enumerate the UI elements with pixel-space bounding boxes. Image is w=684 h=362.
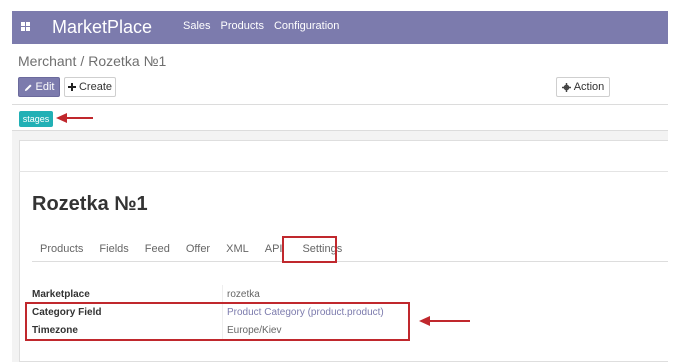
menu-item-sales[interactable]: Sales <box>183 20 211 32</box>
control-panel-divider <box>12 104 668 105</box>
gear-icon <box>561 82 571 92</box>
apps-grid-icon[interactable] <box>21 22 30 31</box>
action-button-label: Action <box>573 81 605 93</box>
breadcrumb-separator: / <box>80 53 85 69</box>
breadcrumb-parent[interactable]: Merchant <box>18 53 76 69</box>
menu-item-products[interactable]: Products <box>221 20 264 32</box>
settings-tab-highlight <box>282 236 337 263</box>
tab-offer[interactable]: Offer <box>178 241 218 257</box>
create-button[interactable]: Create <box>64 77 116 97</box>
tab-xml[interactable]: XML <box>218 241 257 257</box>
annotation-arrow-stages <box>56 113 93 123</box>
field-value-marketplace: rozetka <box>227 289 260 300</box>
tabs-divider <box>32 261 668 262</box>
edit-button[interactable]: Edit <box>18 77 60 97</box>
record-title: Rozetka №1 <box>32 193 148 215</box>
tab-products[interactable]: Products <box>32 241 91 257</box>
pencil-icon <box>24 83 32 91</box>
top-navbar: MarketPlace Sales Products Configuration <box>12 11 668 44</box>
screen: MarketPlace Sales Products Configuration… <box>0 0 684 362</box>
tab-fields[interactable]: Fields <box>91 241 136 257</box>
action-button[interactable]: Action <box>556 77 610 97</box>
plus-icon <box>67 83 76 91</box>
field-label-marketplace: Marketplace <box>32 289 90 300</box>
sheet-header-divider <box>19 171 668 172</box>
tab-feed[interactable]: Feed <box>137 241 178 257</box>
edit-button-label: Edit <box>35 81 55 93</box>
app-brand[interactable]: MarketPlace <box>52 17 152 38</box>
annotation-arrow-fields <box>419 316 470 326</box>
menu-item-configuration[interactable]: Configuration <box>274 20 339 32</box>
create-button-label: Create <box>78 81 113 93</box>
fields-highlight <box>25 302 410 341</box>
breadcrumb: Merchant / Rozetka №1 <box>18 53 166 69</box>
breadcrumb-current: Rozetka №1 <box>88 53 167 69</box>
stage-badge[interactable]: stages <box>19 111 53 127</box>
top-menu: Sales Products Configuration <box>183 20 339 32</box>
